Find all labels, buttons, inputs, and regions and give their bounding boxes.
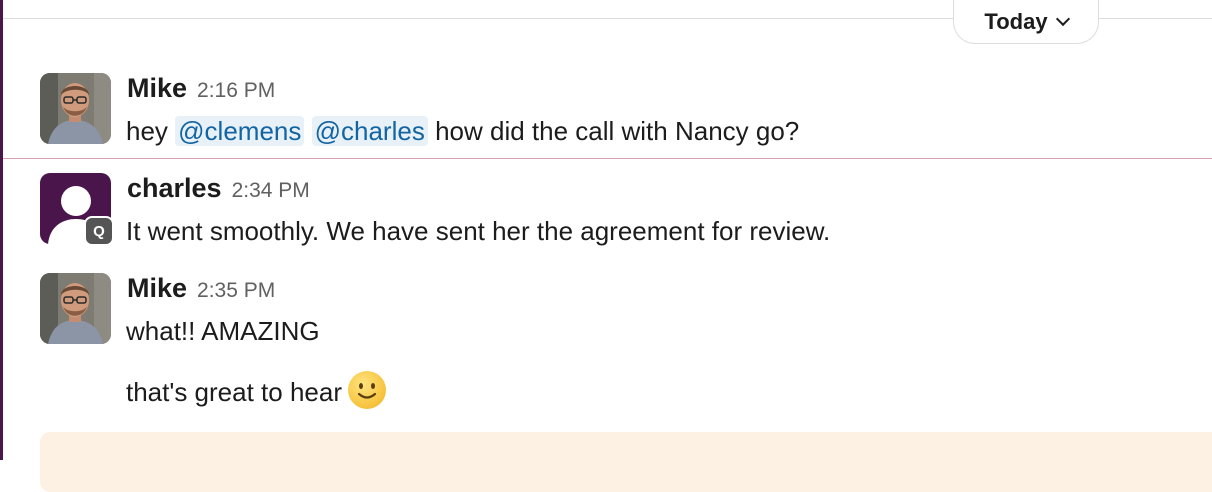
status-badge: Q — [84, 216, 114, 246]
message-text-suffix: how did the call with Nancy go? — [435, 116, 800, 146]
message-timestamp[interactable]: 2:35 PM — [197, 279, 275, 302]
mention-charles[interactable]: @charles — [311, 116, 428, 146]
avatar[interactable] — [40, 273, 111, 344]
message-timestamp[interactable]: 2:16 PM — [197, 79, 275, 102]
message-author[interactable]: charles 2:34 PM — [127, 173, 310, 204]
avatar[interactable] — [40, 73, 111, 144]
sidebar-edge — [0, 0, 3, 460]
user-photo-icon — [40, 273, 111, 344]
followup-text: that's great to hear — [126, 377, 342, 407]
message-text: It went smoothly. We have sent her the a… — [126, 216, 831, 246]
chevron-down-icon — [1055, 11, 1070, 26]
message-text: hey @clemens @charles how did the call w… — [126, 116, 799, 147]
message-text-followup: that's great to hear — [126, 371, 386, 409]
message-timestamp[interactable]: 2:34 PM — [232, 179, 310, 202]
author-name[interactable]: charles — [127, 173, 222, 203]
author-name[interactable]: Mike — [127, 273, 187, 303]
author-name[interactable]: Mike — [127, 73, 187, 103]
message-text-prefix: hey — [126, 116, 168, 146]
message-author[interactable]: Mike 2:35 PM — [127, 273, 275, 304]
message-composer[interactable] — [40, 432, 1212, 492]
message-text: what!! AMAZING — [126, 316, 320, 346]
user-photo-icon — [40, 73, 111, 144]
new-messages-divider — [3, 158, 1212, 159]
mention-clemens[interactable]: @clemens — [175, 116, 305, 146]
date-divider-button[interactable]: Today — [953, 0, 1099, 44]
smiling-face-emoji-icon[interactable] — [348, 371, 386, 409]
date-divider-label: Today — [984, 8, 1048, 34]
message-author[interactable]: Mike 2:16 PM — [127, 73, 275, 104]
